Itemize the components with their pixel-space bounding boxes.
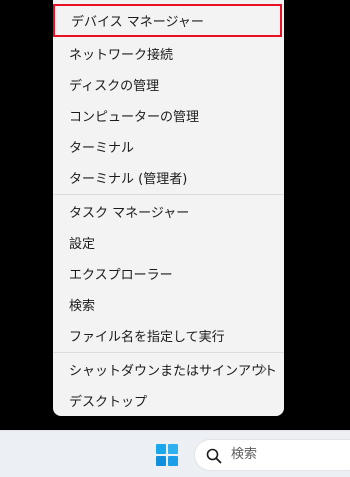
menu-item-label: ネットワーク接続	[69, 47, 174, 63]
menu-item-label: 検索	[69, 298, 96, 314]
menu-item-label: ターミナル (管理者)	[69, 171, 188, 187]
menu-item-label: デバイス マネージャー	[71, 15, 204, 30]
winx-context-menu: デバイス マネージャー ネットワーク接続 ディスクの管理 コンピューターの管理 …	[53, 0, 284, 416]
start-button[interactable]	[152, 440, 182, 470]
menu-item-explorer[interactable]: エクスプローラー	[56, 258, 281, 288]
menu-item-task-manager[interactable]: タスク マネージャー	[56, 196, 281, 226]
menu-item-run[interactable]: ファイル名を指定して実行	[56, 320, 281, 350]
taskbar-search-box[interactable]: 検索	[194, 439, 350, 471]
menu-item-shutdown-signout[interactable]: シャットダウンまたはサインアウト	[56, 354, 281, 384]
menu-item-label: ファイル名を指定して実行	[69, 329, 225, 345]
menu-separator	[53, 352, 284, 353]
menu-item-disk-management[interactable]: ディスクの管理	[56, 69, 281, 99]
menu-item-label: シャットダウンまたはサインアウト	[69, 363, 278, 379]
search-placeholder: 検索	[231, 447, 258, 462]
taskbar: 検索	[0, 430, 350, 477]
menu-item-terminal[interactable]: ターミナル	[56, 131, 281, 161]
menu-item-label: タスク マネージャー	[69, 205, 190, 221]
windows-logo-icon	[156, 444, 178, 466]
menu-item-network-connections[interactable]: ネットワーク接続	[56, 38, 281, 68]
menu-item-device-manager[interactable]: デバイス マネージャー	[53, 4, 282, 37]
menu-item-label: ディスクの管理	[69, 78, 160, 94]
menu-item-label: ターミナル	[69, 140, 135, 156]
menu-item-label: エクスプローラー	[69, 267, 173, 283]
search-icon	[206, 448, 222, 464]
menu-item-search[interactable]: 検索	[56, 289, 281, 319]
menu-item-label: デスクトップ	[69, 394, 148, 410]
menu-item-computer-management[interactable]: コンピューターの管理	[56, 100, 281, 130]
menu-item-label: 設定	[69, 236, 96, 252]
menu-item-terminal-admin[interactable]: ターミナル (管理者)	[56, 162, 281, 192]
menu-item-desktop[interactable]: デスクトップ	[56, 385, 281, 415]
menu-item-settings[interactable]: 設定	[56, 227, 281, 257]
menu-separator	[53, 194, 284, 195]
menu-item-label: コンピューターの管理	[69, 109, 200, 125]
